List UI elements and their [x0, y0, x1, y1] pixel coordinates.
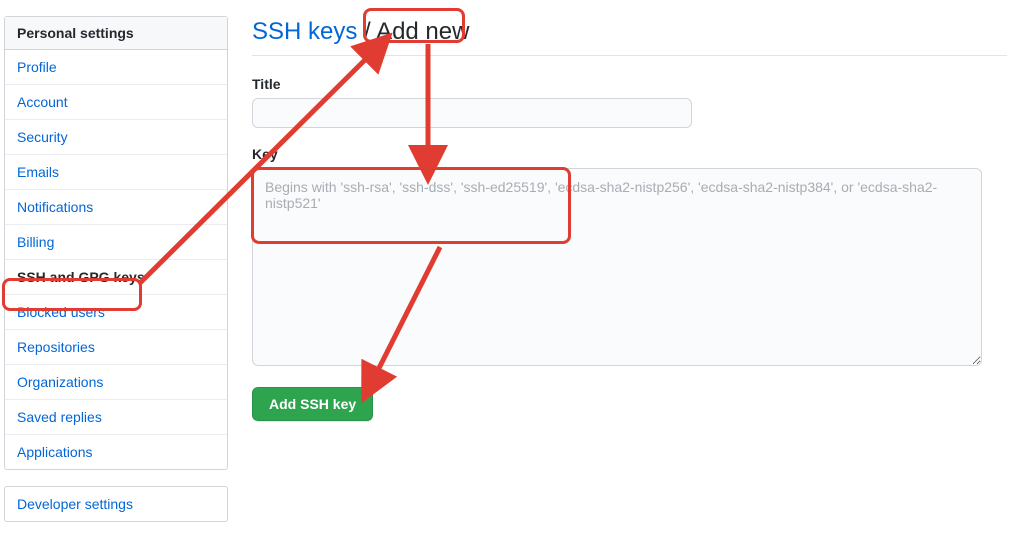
title-field-group: Title: [252, 76, 1007, 128]
sidebar-item-emails[interactable]: Emails: [5, 155, 227, 190]
main-content: SSH keys / Add new Title Key Add SSH key: [252, 16, 1007, 538]
sidebar-item-billing[interactable]: Billing: [5, 225, 227, 260]
breadcrumb-link[interactable]: SSH keys: [252, 18, 357, 45]
title-label: Title: [252, 76, 1007, 92]
sidebar-item-security[interactable]: Security: [5, 120, 227, 155]
developer-settings-nav: Developer settings: [4, 486, 228, 522]
personal-settings-nav: Personal settings Profile Account Securi…: [4, 16, 228, 470]
key-field-group: Key: [252, 146, 1007, 369]
key-textarea[interactable]: [252, 168, 982, 366]
sidebar-item-notifications[interactable]: Notifications: [5, 190, 227, 225]
sidebar-item-account[interactable]: Account: [5, 85, 227, 120]
sidebar-item-developer-settings[interactable]: Developer settings: [5, 487, 227, 521]
page-title: SSH keys / Add new: [252, 16, 1007, 47]
page-header: SSH keys / Add new: [252, 16, 1007, 56]
sidebar-item-organizations[interactable]: Organizations: [5, 365, 227, 400]
sidebar-item-repositories[interactable]: Repositories: [5, 330, 227, 365]
sidebar-item-saved-replies[interactable]: Saved replies: [5, 400, 227, 435]
sidebar-item-blocked-users[interactable]: Blocked users: [5, 295, 227, 330]
settings-sidebar: Personal settings Profile Account Securi…: [4, 16, 228, 538]
add-ssh-key-button[interactable]: Add SSH key: [252, 387, 373, 421]
title-input[interactable]: [252, 98, 692, 128]
breadcrumb-sep: /: [357, 18, 376, 45]
sidebar-item-ssh-gpg-keys[interactable]: SSH and GPG keys: [5, 260, 227, 295]
sidebar-header: Personal settings: [5, 17, 227, 50]
key-label: Key: [252, 146, 1007, 162]
breadcrumb-current: Add new: [376, 18, 469, 45]
sidebar-item-applications[interactable]: Applications: [5, 435, 227, 469]
sidebar-item-profile[interactable]: Profile: [5, 50, 227, 85]
